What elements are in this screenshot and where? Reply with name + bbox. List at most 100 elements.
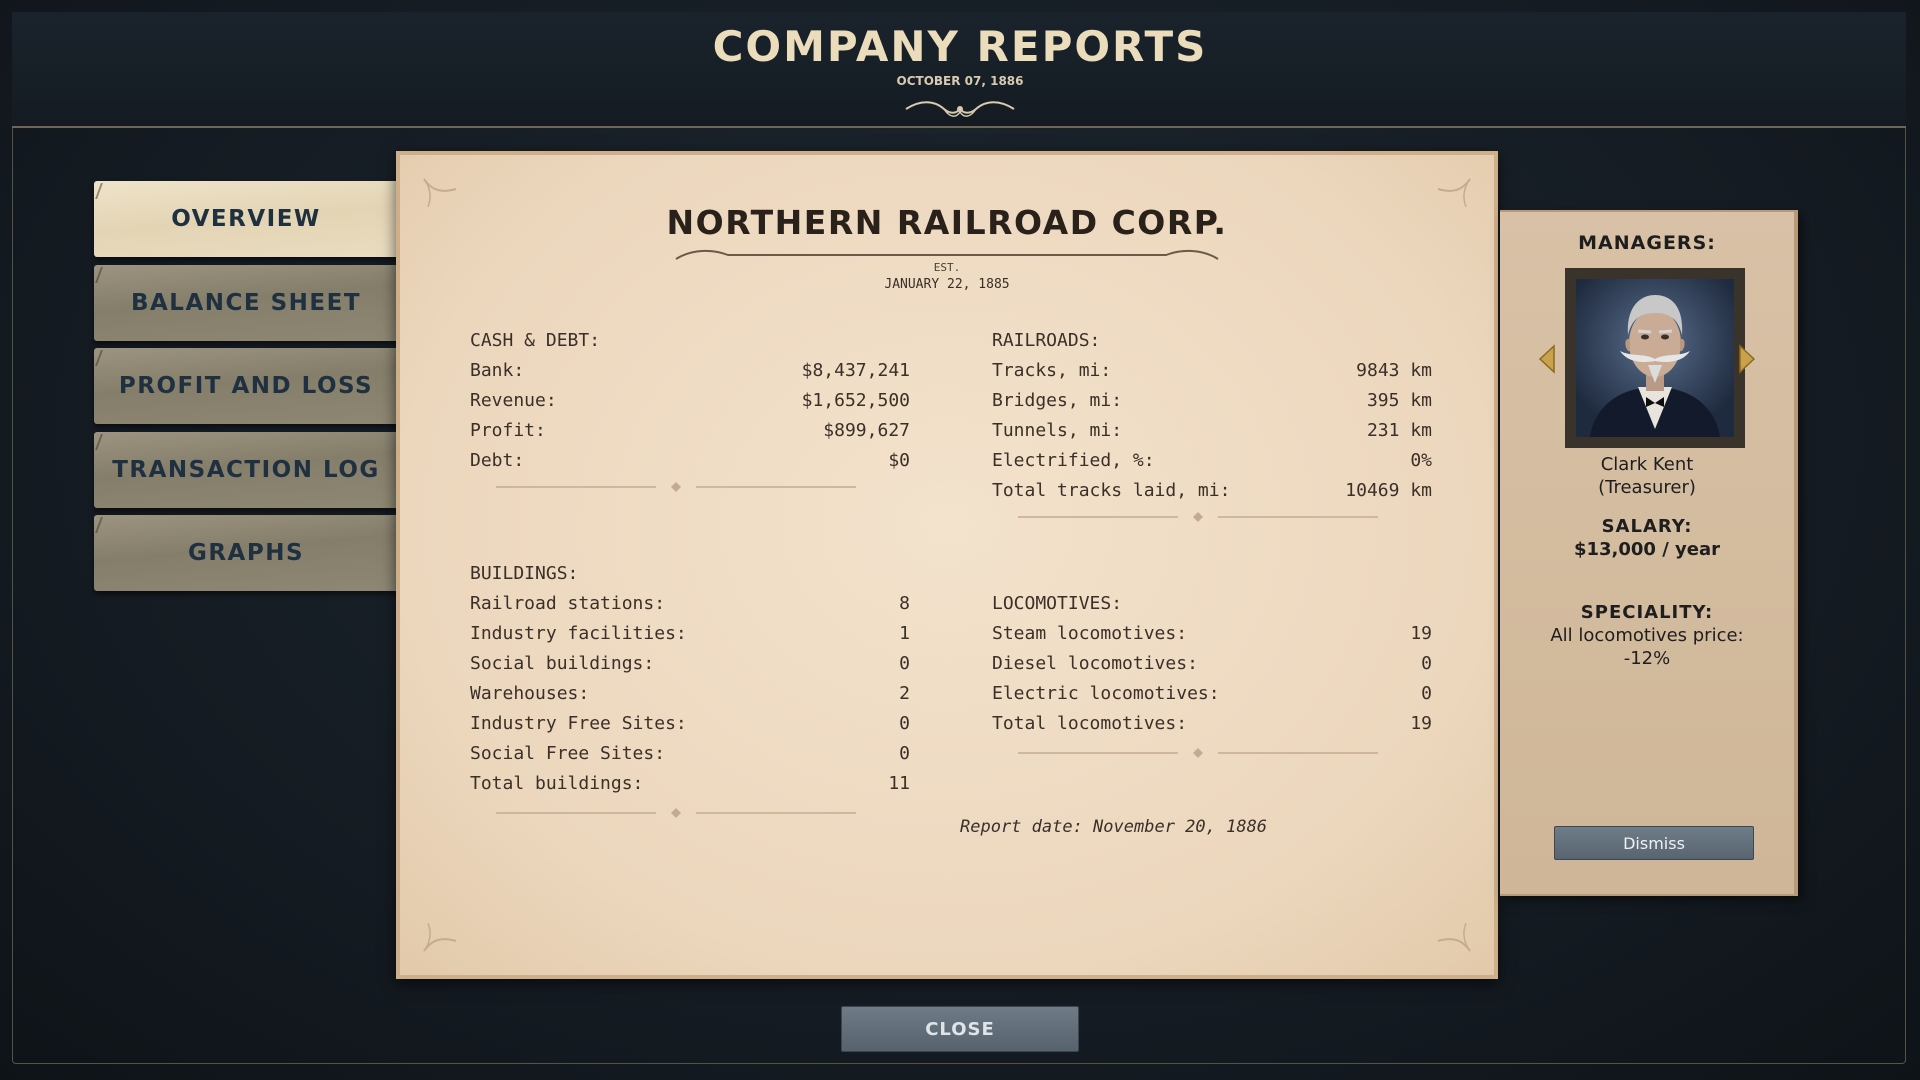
stat-row: Electric locomotives: 0 (992, 679, 1432, 709)
close-button[interactable]: CLOSE (841, 1006, 1079, 1052)
section-divider (1018, 748, 1378, 758)
stat-value: $899,627 (823, 420, 910, 441)
corner-ornament-icon (1437, 922, 1471, 952)
stat-label: Debt: (470, 450, 525, 471)
stat-value: 19 (1410, 713, 1432, 734)
corner-ornament-icon (423, 922, 457, 952)
header-ornament-icon (905, 101, 1015, 117)
stat-label: Electric locomotives: (992, 683, 1220, 704)
stat-value: 11 (888, 773, 910, 794)
stat-row: Revenue: $1,652,500 (470, 386, 910, 416)
stat-row: Social Free Sites: 0 (470, 739, 910, 769)
cash-debt-section: CASH & DEBT: Bank: $8,437,241 Revenue: $1,… (470, 326, 910, 476)
arrow-left-icon[interactable] (1536, 344, 1558, 374)
salary-value: $13,000 / year (1573, 539, 1721, 560)
est-date: JANUARY 22, 1885 (884, 277, 1010, 292)
stat-row: Railroad stations: 8 (470, 589, 910, 619)
report-date: Report date: November 20, 1886 (960, 817, 1268, 837)
page-title: COMPANY REPORTS (712, 22, 1208, 71)
report-panel: NORTHERN RAILROAD CORP. EST. JANUARY 22,… (396, 151, 1498, 979)
page-date: OCTOBER 07, 1886 (896, 74, 1024, 88)
stat-row: Bridges, mi: 395 km (992, 386, 1432, 416)
dismiss-button[interactable]: Dismiss (1554, 826, 1754, 860)
stat-value: 0 (899, 653, 910, 674)
stat-row: Social buildings: 0 (470, 649, 910, 679)
buildings-section: BUILDINGS: Railroad stations: 8 Industry … (470, 559, 910, 799)
stat-label: Diesel locomotives: (992, 653, 1198, 674)
stat-label: Warehouses: (470, 683, 590, 704)
manager-name: Clark Kent (1600, 454, 1694, 475)
stat-label: Total buildings: (470, 773, 644, 794)
section-title: RAILROADS: (992, 330, 1101, 351)
arrow-right-icon[interactable] (1736, 344, 1758, 374)
stat-label: Revenue: (470, 390, 557, 411)
tab-overview-label: OVERVIEW (171, 206, 321, 232)
section-title: CASH & DEBT: (470, 330, 601, 351)
stat-value: 0 (1421, 683, 1432, 704)
section-title: BUILDINGS: (470, 563, 579, 584)
stat-label: Tracks, mi: (992, 360, 1112, 381)
stat-label: Industry facilities: (470, 623, 687, 644)
manager-portrait (1565, 268, 1745, 448)
stat-value: 9843 km (1356, 360, 1432, 381)
locomotives-section: LOCOMOTIVES: Steam locomotives: 19 Diesel… (992, 589, 1432, 739)
stat-label: Total locomotives: (992, 713, 1188, 734)
stat-label: Electrified, %: (992, 450, 1155, 471)
tab-balance-sheet[interactable]: BALANCE SHEET (94, 265, 398, 341)
stat-label: Industry Free Sites: (470, 713, 687, 734)
stat-row: Diesel locomotives: 0 (992, 649, 1432, 679)
stat-row: Electrified, %: 0% (992, 446, 1432, 476)
est-label: EST. (933, 261, 961, 274)
stat-value: 395 km (1366, 390, 1432, 411)
stat-row: Steam locomotives: 19 (992, 619, 1432, 649)
stat-row: Debt: $0 (470, 446, 910, 476)
tab-overview[interactable]: OVERVIEW (94, 181, 398, 257)
tab-transaction-log-label: TRANSACTION LOG (112, 457, 380, 483)
stat-label: Tunnels, mi: (992, 420, 1123, 441)
tab-graphs[interactable]: GRAPHS (94, 515, 398, 591)
stat-row: Total tracks laid, mi: 10469 km (992, 476, 1432, 506)
stat-value: $1,652,500 (801, 390, 910, 411)
stat-value: 1 (899, 623, 910, 644)
stat-row: Industry facilities: 1 (470, 619, 910, 649)
company-name: NORTHERN RAILROAD CORP. (666, 203, 1228, 242)
stat-value: $8,437,241 (801, 360, 910, 381)
stat-row: Tracks, mi: 9843 km (992, 356, 1432, 386)
speciality-value: All locomotives price: (1550, 625, 1744, 646)
stat-row: Warehouses: 2 (470, 679, 910, 709)
section-divider (496, 808, 856, 818)
stat-value: 0 (899, 713, 910, 734)
railroads-section: RAILROADS: Tracks, mi: 9843 km Bridges, m… (992, 326, 1432, 506)
stat-value: 231 km (1366, 420, 1432, 441)
speciality-label: SPECIALITY: (1580, 602, 1714, 623)
stat-value: 0% (1410, 450, 1432, 471)
stat-label: Social buildings: (470, 653, 655, 674)
stat-value: 8 (899, 593, 910, 614)
managers-title: MANAGERS: (1578, 232, 1716, 254)
stat-row: Total locomotives: 19 (992, 709, 1432, 739)
stat-label: Total tracks laid, mi: (992, 480, 1231, 501)
stat-label: Bridges, mi: (992, 390, 1123, 411)
stat-label: Steam locomotives: (992, 623, 1188, 644)
stat-label: Social Free Sites: (470, 743, 666, 764)
stat-label: Bank: (470, 360, 525, 381)
tab-profit-and-loss[interactable]: PROFIT AND LOSS (94, 348, 398, 424)
stat-row: Total buildings: 11 (470, 769, 910, 799)
stat-value: 10469 km (1345, 480, 1432, 501)
stat-row: Profit: $899,627 (470, 416, 910, 446)
stat-value: $0 (888, 450, 910, 471)
stat-value: 19 (1410, 623, 1432, 644)
stat-row: Tunnels, mi: 231 km (992, 416, 1432, 446)
stat-value: 0 (899, 743, 910, 764)
section-divider (496, 482, 856, 492)
tab-transaction-log[interactable]: TRANSACTION LOG (94, 432, 398, 508)
tab-profit-and-loss-label: PROFIT AND LOSS (118, 373, 374, 399)
stat-label: Profit: (470, 420, 546, 441)
stat-label: Railroad stations: (470, 593, 666, 614)
stat-value: 2 (899, 683, 910, 704)
stat-row: Industry Free Sites: 0 (470, 709, 910, 739)
tab-balance-sheet-label: BALANCE SHEET (130, 290, 362, 316)
speciality-value-percent: -12% (1623, 648, 1671, 669)
salary-label: SALARY: (1601, 516, 1693, 537)
stat-value: 0 (1421, 653, 1432, 674)
